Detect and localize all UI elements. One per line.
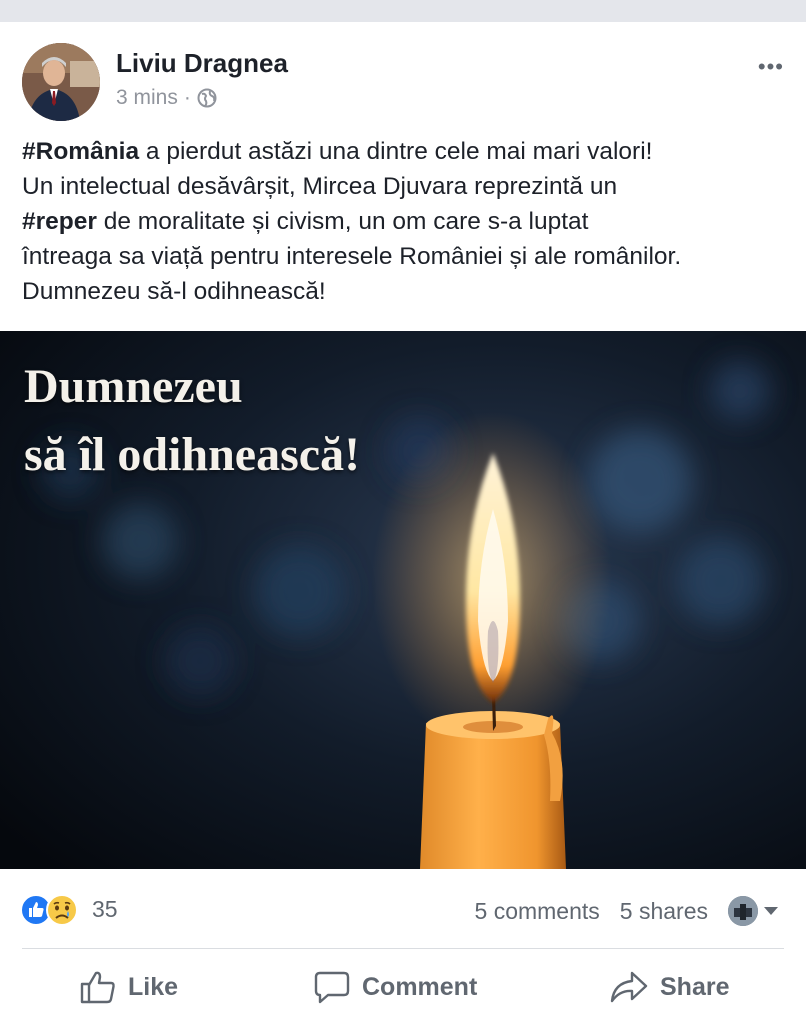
post-text-line: Un intelectual desăvârșit, Mircea Djuvar… — [22, 173, 618, 200]
post-text-segment: de moralitate și civism, un om care s-a … — [96, 208, 589, 235]
image-caption-line: Dumnezeu — [24, 360, 243, 413]
reactions-count[interactable]: 35 — [92, 896, 118, 923]
hashtag-reper[interactable]: #reper — [22, 208, 97, 235]
engagement-counts: 5 comments 5 shares — [475, 896, 778, 926]
share-label: Share — [660, 972, 730, 1001]
post-meta: 3 mins · — [116, 86, 217, 110]
page-avatar[interactable] — [728, 896, 758, 926]
comment-label: Comment — [362, 972, 478, 1001]
hashtag-romania[interactable]: #România — [22, 138, 139, 165]
post-text-line: #România a pierdut astăzi una dintre cel… — [22, 134, 792, 169]
meta-separator: · — [183, 86, 191, 109]
avatar-thumbnail — [728, 896, 758, 926]
post-actions: Like Comment Share — [0, 966, 806, 1022]
author-avatar[interactable] — [22, 43, 100, 121]
post-image[interactable]: Dumnezeu să îl odihnească! — [0, 331, 806, 869]
like-button[interactable]: Like — [80, 970, 178, 1004]
comments-count[interactable]: 5 comments — [475, 898, 600, 925]
post-text-line: întreaga sa viață pentru interesele Româ… — [22, 243, 682, 270]
feed-divider — [0, 0, 806, 22]
post-text: #România a pierdut astăzi una dintre cel… — [22, 134, 792, 309]
reactions-summary[interactable] — [20, 894, 78, 926]
comment-button[interactable]: Comment — [314, 970, 477, 1004]
thumbs-up-icon — [80, 971, 115, 1004]
sad-reaction-icon — [46, 894, 78, 926]
actions-divider — [22, 948, 784, 949]
shares-count[interactable]: 5 shares — [620, 898, 708, 925]
post-stats: 35 5 comments 5 shares — [0, 890, 806, 930]
avatar-photo — [22, 43, 100, 121]
image-caption: Dumnezeu să îl odihnească! — [24, 353, 360, 489]
author-name[interactable]: Liviu Dragnea — [116, 48, 288, 79]
image-caption-line: să îl odihnească! — [24, 428, 361, 481]
post-card: Liviu Dragnea 3 mins · ••• #România a pi… — [0, 22, 806, 1024]
post-timestamp[interactable]: 3 mins — [116, 86, 178, 110]
post-options-icon[interactable]: ••• — [758, 54, 784, 80]
globe-icon[interactable] — [197, 88, 217, 108]
comment-icon — [314, 971, 350, 1004]
share-arrow-icon — [610, 971, 648, 1003]
share-button[interactable]: Share — [610, 970, 729, 1004]
like-label: Like — [128, 972, 179, 1001]
post-text-line: #reper de moralitate și civism, un om ca… — [22, 204, 792, 239]
post-text-line: Dumnezeu să-l odihnească! — [22, 278, 326, 305]
post-text-segment: a pierdut astăzi una dintre cele mai mar… — [139, 138, 653, 165]
chevron-down-icon[interactable] — [764, 907, 778, 915]
